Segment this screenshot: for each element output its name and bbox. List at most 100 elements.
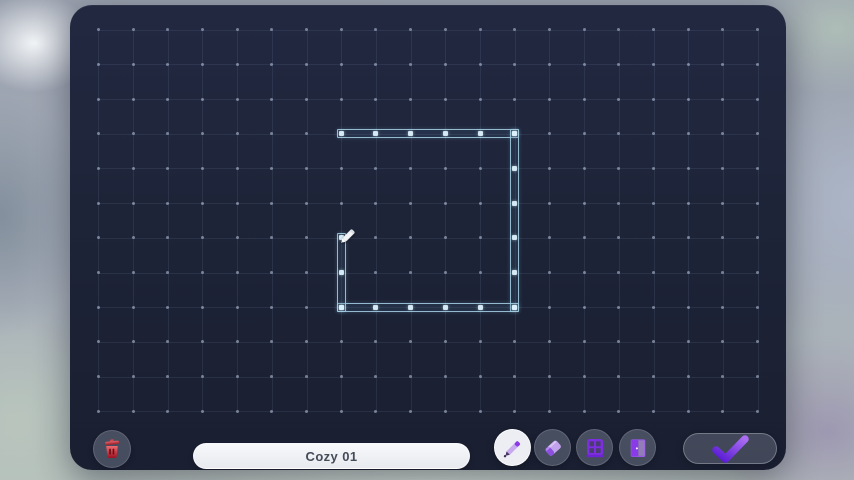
grid-dot [270,236,274,240]
grid-dot [305,305,308,309]
grid-dot [478,28,482,32]
grid-dot [166,28,170,32]
grid-dot [270,132,274,136]
grid-dot [235,236,239,240]
grid-dot [235,97,239,101]
grid-dot [721,62,725,66]
grid-dot [478,340,482,344]
wall-stud [373,304,379,310]
grid-dot [166,340,170,344]
grid-dot [200,201,204,205]
grid-line [445,29,447,412]
confirm-button[interactable] [683,433,777,464]
grid-dot [270,97,274,101]
grid-dot [582,97,586,101]
grid-dot [305,97,308,101]
wall-stud [408,131,414,137]
grid-dot [617,132,621,136]
grid-dot [200,97,204,101]
grid-dot [652,132,655,136]
grid-dot [96,166,100,170]
grid-dot [652,305,655,309]
grid-line [306,29,308,412]
grid-dot [409,236,413,240]
grid-dot [305,236,308,240]
wall-stud [408,304,414,310]
grid-dot [96,28,100,32]
grid-dot [131,236,135,240]
grid-dot [617,236,621,240]
grid-line [688,29,690,412]
grid-dot [686,166,690,170]
grid-dot [443,28,447,32]
pencil-tool-button[interactable] [494,429,531,466]
grid-dot [443,201,447,205]
grid-dot [200,375,204,379]
grid-line [98,29,100,412]
grid-dot [617,97,621,101]
grid-dot [686,28,690,32]
grid-dot [652,409,655,413]
grid-dot [374,166,378,170]
grid-dot [756,62,760,66]
grid-dot [131,375,135,379]
grid-dot [686,375,690,379]
grid-line [98,64,758,66]
grid-dot [617,305,621,309]
grid-line [167,29,169,412]
grid-dot [235,409,239,413]
grid-dot [756,409,760,413]
grid-dot [200,305,204,309]
build-canvas-panel [70,5,786,470]
grid-dot [686,201,690,205]
wall-stud [442,304,448,310]
grid-dot [235,201,239,205]
grid-dot [235,375,239,379]
canvas-grid[interactable] [70,5,786,470]
door-icon [630,438,645,457]
grid-dot [582,62,586,66]
delete-room-button[interactable] [93,430,131,468]
grid-dot [443,340,447,344]
grid-dot [582,340,586,344]
grid-dot [443,62,447,66]
grid-line [653,29,655,412]
grid-dot [756,236,760,240]
grid-dot [270,340,274,344]
grid-dot [131,28,135,32]
grid-dot [305,271,308,274]
window-tool-button[interactable] [576,429,613,466]
grid-dot [96,409,100,413]
grid-dot [478,201,482,205]
grid-dot [200,28,204,32]
grid-dot [409,271,413,274]
grid-dot [166,271,170,274]
grid-dot [409,166,413,170]
grid-line [98,99,758,100]
door-tool-button[interactable] [619,429,656,466]
grid-dot [756,132,760,136]
grid-dot [756,271,760,274]
grid-dot [96,236,100,240]
grid-dot [166,166,170,170]
grid-dot [513,62,517,66]
grid-line [722,29,724,412]
grid-dot [131,409,135,413]
grid-dot [513,97,517,101]
grid-dot [721,28,725,32]
grid-dot [409,201,413,205]
wall-stud [442,131,448,137]
grid-line [98,376,758,378]
wall-segment [510,129,520,312]
grid-dot [721,375,725,379]
room-name-input[interactable] [193,443,470,469]
grid-dot [547,97,551,101]
grid-dot [721,166,725,170]
grid-dot [721,132,725,136]
wall-stud [512,235,518,241]
wall-stud [338,304,344,310]
grid-dot [270,166,274,170]
eraser-tool-button[interactable] [534,429,571,466]
grid-dot [131,166,135,170]
grid-dot [547,271,551,274]
